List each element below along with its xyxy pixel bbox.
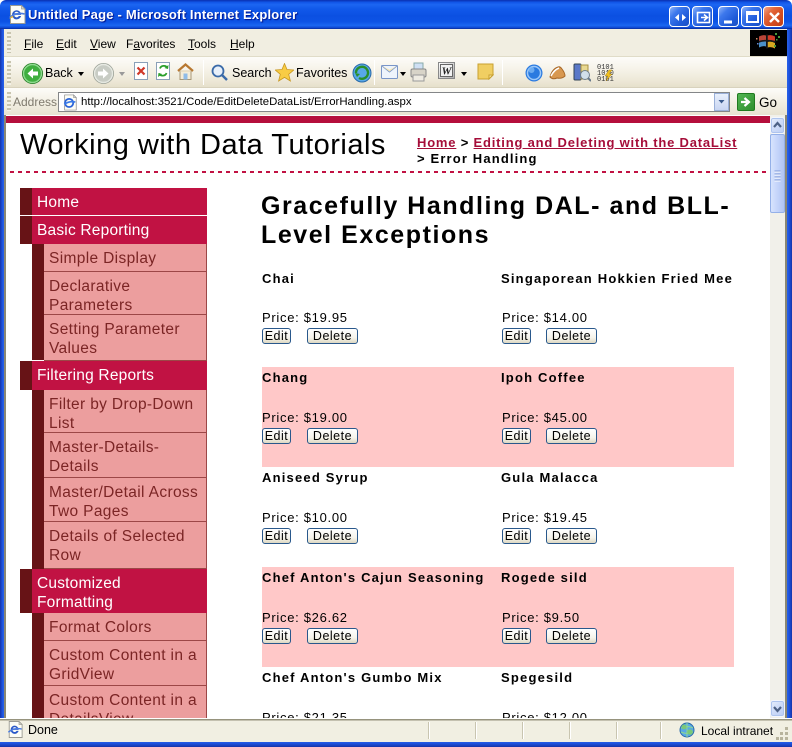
svg-text:W: W [442,66,453,78]
svg-text:0101: 0101 [597,76,614,82]
